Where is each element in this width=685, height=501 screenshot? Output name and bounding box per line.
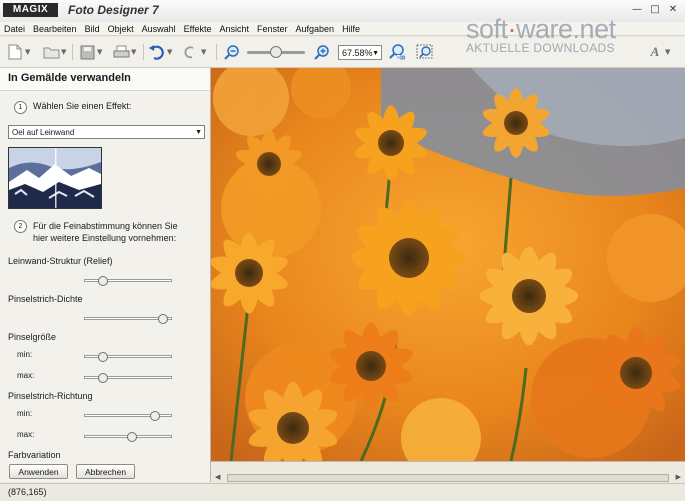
chevron-down-icon: ▼ — [97, 48, 103, 56]
toolbar-separator — [143, 44, 144, 60]
cursor-coordinates: (876,165) — [8, 487, 47, 497]
text-icon: A — [650, 44, 660, 59]
zoom-in-button[interactable] — [312, 43, 330, 61]
effect-panel: In Gemälde verwandeln 1 Wählen Sie einen… — [0, 68, 211, 482]
undo-icon — [148, 43, 166, 61]
redo-icon — [182, 43, 200, 61]
apply-button[interactable]: Anwenden — [9, 464, 68, 479]
zoom-level-value: 67.58% — [342, 48, 373, 58]
menu-effekte[interactable]: Effekte — [184, 24, 212, 34]
leinwand-slider-thumb[interactable] — [98, 276, 109, 286]
magix-logo: MAGIX — [3, 3, 58, 17]
menu-hilfe[interactable]: Hilfe — [342, 24, 360, 34]
horizontal-scrollbar[interactable]: ◀ ▶ — [211, 461, 685, 483]
zoom-fit-button[interactable] — [416, 43, 434, 61]
step-1: 1 Wählen Sie einen Effekt: — [14, 101, 131, 114]
chevron-down-icon: ▼ — [201, 48, 207, 56]
groesse-max-slider-thumb[interactable] — [98, 373, 109, 383]
zoom-level-dropdown[interactable]: 67.58% ▼ — [338, 45, 382, 60]
step-number: 1 — [14, 101, 27, 114]
scroll-right-icon[interactable]: ▶ — [676, 473, 681, 481]
chevron-down-icon: ▼ — [195, 129, 202, 136]
groesse-min-label: min: — [17, 350, 33, 359]
new-document-icon — [6, 43, 24, 61]
panel-header: In Gemälde verwandeln — [0, 68, 210, 91]
save-disk-icon — [78, 43, 96, 61]
groesse-label: Pinselgröße — [8, 332, 57, 342]
zoom-100-icon — [388, 43, 406, 61]
groesse-min-slider-thumb[interactable] — [98, 352, 109, 362]
print-icon — [112, 43, 130, 61]
minimize-button[interactable]: — — [629, 3, 645, 17]
scrollbar-thumb[interactable] — [227, 474, 669, 482]
step-1-text: Wählen Sie einen Effekt: — [33, 101, 132, 111]
leinwand-label: Leinwand-Struktur (Relief) — [8, 256, 113, 266]
watermark-main: soft·ware.net — [466, 14, 616, 44]
open-button[interactable]: ▼ — [42, 43, 66, 61]
dichte-label: Pinselstrich-Dichte — [8, 294, 83, 304]
groesse-max-label: max: — [17, 371, 35, 380]
step-2-text: Für die Feinabstimmung können Sie hier we… — [33, 221, 178, 243]
menu-bearbeiten[interactable]: Bearbeiten — [33, 24, 77, 34]
toolbar-separator — [216, 44, 217, 60]
menu-objekt[interactable]: Objekt — [108, 24, 134, 34]
chevron-down-icon: ▼ — [167, 48, 173, 56]
watermark-subtitle: AKTUELLE DOWNLOADS — [466, 41, 615, 55]
chevron-down-icon: ▼ — [372, 50, 379, 57]
step-number: 2 — [14, 220, 27, 233]
chevron-down-icon: ▼ — [25, 48, 31, 56]
zoom-slider-thumb[interactable] — [270, 46, 282, 58]
scroll-left-icon[interactable]: ◀ — [215, 473, 220, 481]
dichte-slider-thumb[interactable] — [158, 314, 169, 324]
print-button[interactable]: ▼ — [112, 43, 136, 61]
zoom-out-button[interactable] — [222, 43, 240, 61]
richtung-min-label: min: — [17, 409, 33, 418]
chevron-down-icon: ▼ — [665, 48, 671, 56]
effect-select[interactable]: Oel auf Leinwand ▼ — [8, 125, 205, 139]
text-tool-button[interactable]: A ▼ — [646, 43, 671, 61]
watermark: soft·ware.net AKTUELLE DOWNLOADS — [466, 14, 616, 56]
step-2: 2 Für die Feinabstimmung können Sie hier … — [14, 220, 178, 244]
maximize-button[interactable]: □ — [647, 3, 663, 17]
new-document-button[interactable]: ▼ — [6, 43, 30, 61]
menu-datei[interactable]: Datei — [4, 24, 25, 34]
menu-auswahl[interactable]: Auswahl — [142, 24, 176, 34]
panel-button-bar: Anwenden Abbrechen — [0, 458, 210, 482]
image-canvas[interactable] — [211, 68, 685, 461]
menu-fenster[interactable]: Fenster — [257, 24, 288, 34]
richtung-max-label: max: — [17, 430, 35, 439]
richtung-min-slider-thumb[interactable] — [150, 411, 161, 421]
app-title: Foto Designer 7 — [68, 3, 159, 17]
save-button[interactable]: ▼ — [78, 43, 102, 61]
panel-title: In Gemälde verwandeln — [8, 72, 131, 84]
menu-bild[interactable]: Bild — [85, 24, 100, 34]
richtung-max-slider-thumb[interactable] — [126, 432, 137, 442]
menu-ansicht[interactable]: Ansicht — [219, 24, 249, 34]
chevron-down-icon: ▼ — [61, 48, 67, 56]
close-button[interactable]: ✕ — [665, 3, 681, 17]
zoom-fit-icon — [416, 43, 434, 61]
zoom-100-button[interactable] — [388, 43, 406, 61]
toolbar-separator — [72, 44, 73, 60]
effect-selected-value: Oel auf Leinwand — [12, 128, 75, 137]
open-folder-icon — [42, 43, 60, 61]
zoom-in-icon — [312, 43, 330, 61]
redo-button[interactable]: ▼ — [182, 43, 206, 61]
chevron-down-icon: ▼ — [131, 48, 137, 56]
effect-preview-thumbnail — [8, 147, 102, 209]
menu-aufgaben[interactable]: Aufgaben — [296, 24, 335, 34]
richtung-label: Pinselstrich-Richtung — [8, 391, 93, 401]
undo-button[interactable]: ▼ — [148, 43, 172, 61]
flower-photo — [211, 68, 685, 461]
window-controls: — □ ✕ — [629, 3, 681, 17]
cancel-button[interactable]: Abbrechen — [76, 464, 135, 479]
status-bar: (876,165) — [0, 483, 685, 501]
zoom-out-icon — [222, 43, 240, 61]
